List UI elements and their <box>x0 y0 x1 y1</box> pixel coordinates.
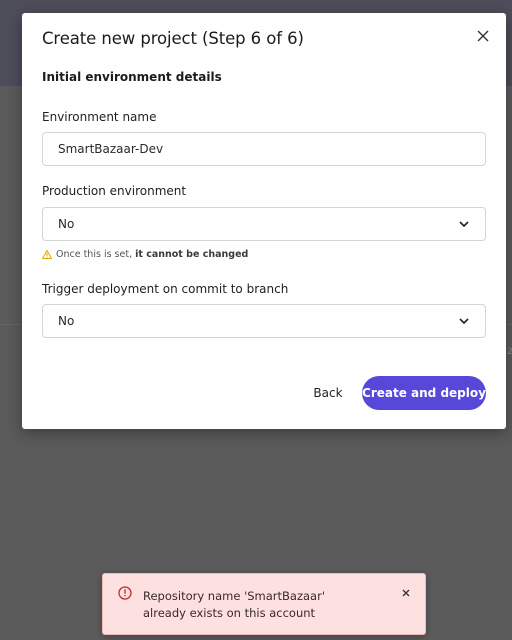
toast-close-button[interactable] <box>399 586 413 600</box>
close-icon <box>402 589 410 597</box>
close-icon <box>477 30 489 42</box>
trigger-deployment-select[interactable]: No <box>42 304 486 338</box>
warning-emphasis: it cannot be changed <box>135 249 249 260</box>
dialog-title: Create new project (Step 6 of 6) <box>42 29 304 48</box>
error-circle-icon <box>118 586 132 600</box>
create-project-dialog: Create new project (Step 6 of 6) Initial… <box>22 13 506 429</box>
chevron-down-icon <box>459 318 469 324</box>
warning-icon <box>42 250 52 259</box>
close-button[interactable] <box>472 25 494 47</box>
create-and-deploy-button[interactable]: Create and deploy <box>362 376 486 410</box>
environment-name-input[interactable]: SmartBazaar-Dev <box>42 132 486 166</box>
production-environment-select[interactable]: No <box>42 207 486 241</box>
warning-text: Once this is set, <box>56 249 136 260</box>
production-environment-value: No <box>58 217 75 231</box>
production-environment-label: Production environment <box>42 184 187 198</box>
chevron-down-icon <box>459 221 469 227</box>
warning-note: Once this is set, it cannot be changed <box>42 249 248 260</box>
edge-marker: 2 <box>507 347 512 357</box>
environment-name-label: Environment name <box>42 110 157 124</box>
error-toast: Repository name 'SmartBazaar' already ex… <box>102 573 426 635</box>
toast-message: Repository name 'SmartBazaar' already ex… <box>143 589 325 620</box>
section-title: Initial environment details <box>42 70 222 84</box>
trigger-deployment-label: Trigger deployment on commit to branch <box>42 282 289 296</box>
trigger-deployment-value: No <box>58 314 75 328</box>
back-button[interactable]: Back <box>302 377 354 409</box>
environment-name-value: SmartBazaar-Dev <box>58 142 164 156</box>
